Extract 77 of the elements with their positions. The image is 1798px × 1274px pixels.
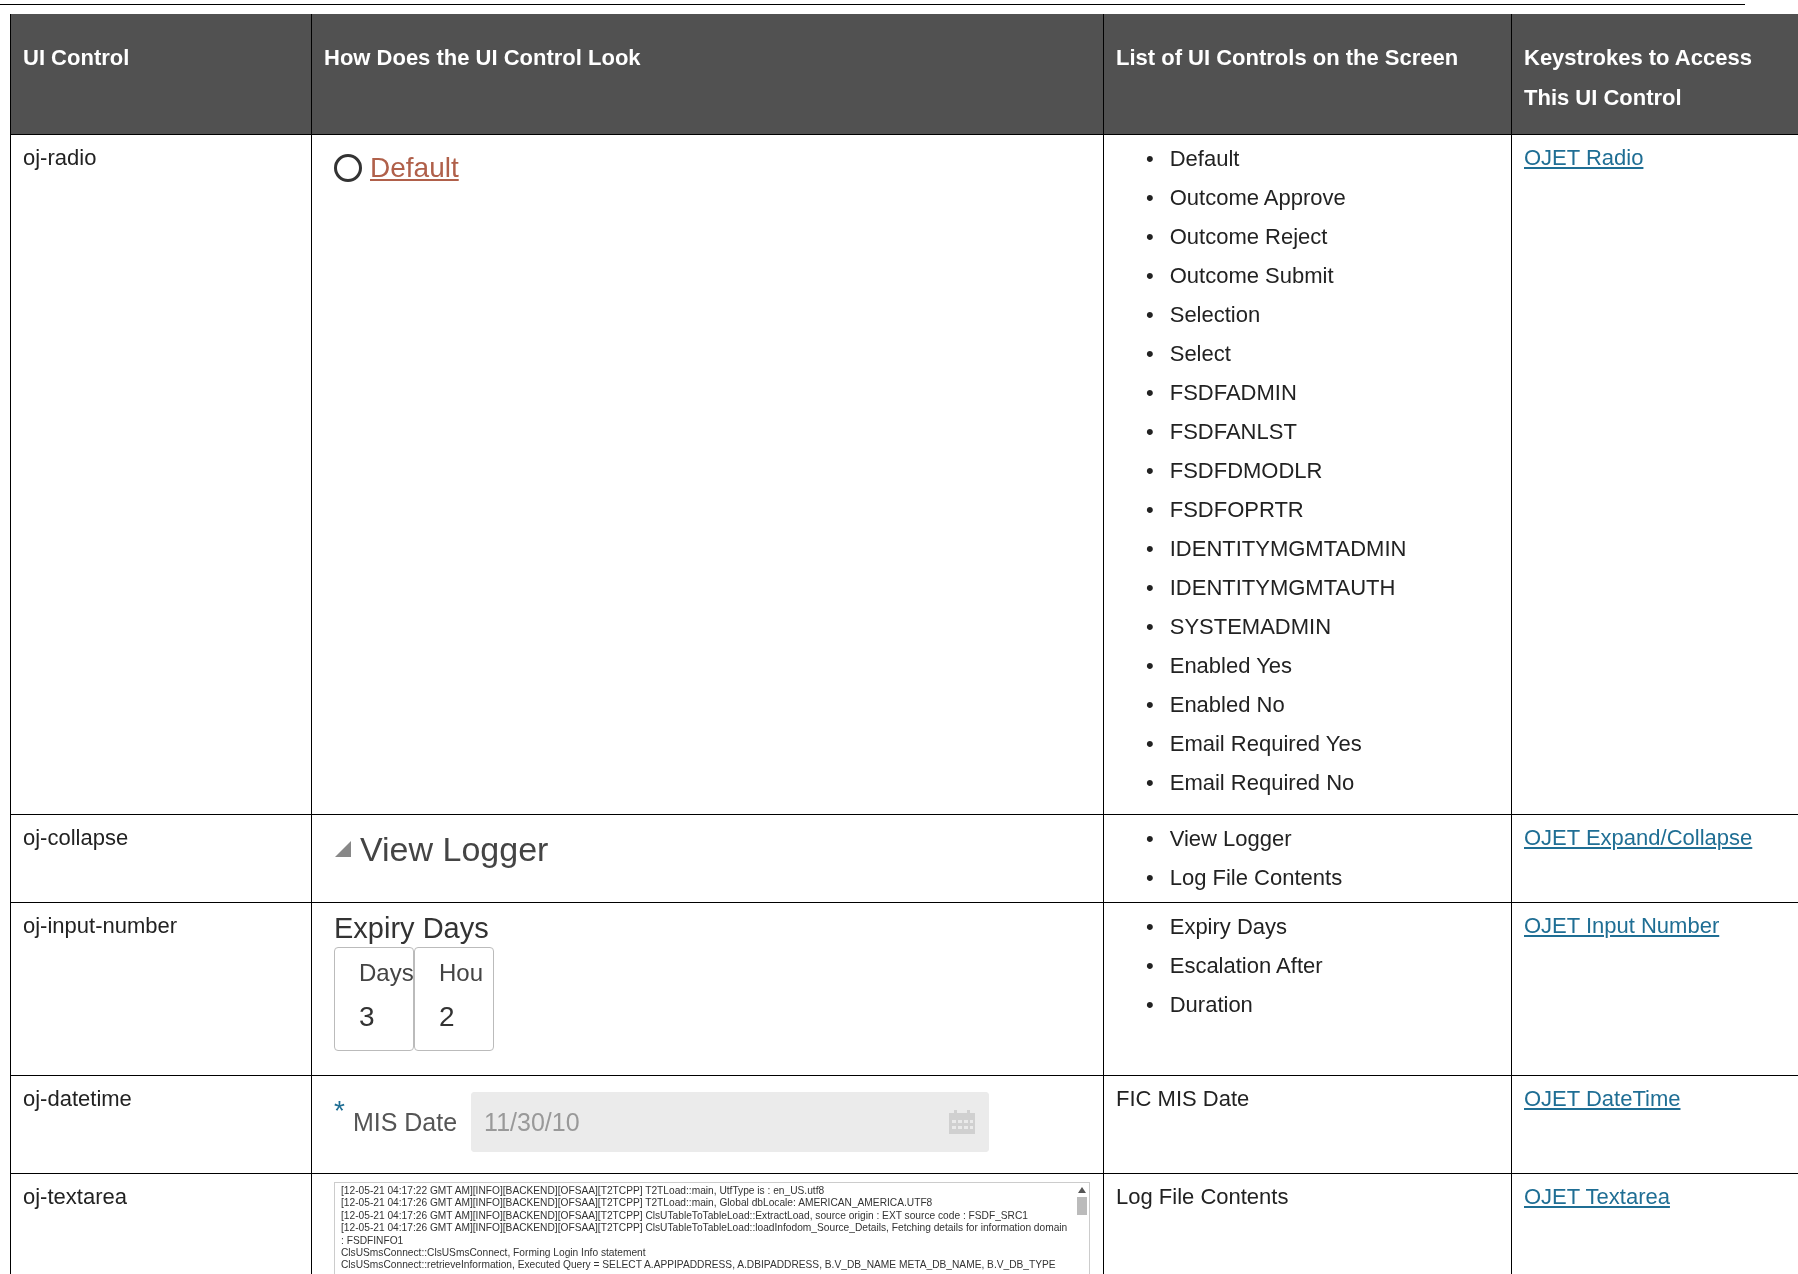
bullet: • xyxy=(1146,222,1154,251)
list-item: Expiry Days xyxy=(1169,912,1288,941)
bullet: • xyxy=(1146,990,1154,1019)
control-name: oj-collapse xyxy=(23,824,129,852)
list-item: SYSTEMADMIN xyxy=(1169,612,1332,641)
field-label: MIS Date xyxy=(352,1107,458,1137)
bullet: • xyxy=(1146,768,1154,797)
list-item: Email Required Yes xyxy=(1169,729,1362,758)
bullet: • xyxy=(1146,863,1154,892)
list-item: FSDFOPRTR xyxy=(1169,495,1304,524)
list-item: Outcome Submit xyxy=(1169,261,1334,290)
column-header: UI Control xyxy=(10,14,312,135)
list-item: Email Required No xyxy=(1169,768,1355,797)
bullet: • xyxy=(1146,144,1154,173)
list-item: FSDFDMODLR xyxy=(1169,456,1323,485)
radio-button[interactable] xyxy=(334,154,362,182)
bullet: • xyxy=(1146,495,1154,524)
list-item: Default xyxy=(1169,144,1240,173)
log-textarea[interactable] xyxy=(334,1182,1090,1274)
bullet: • xyxy=(1146,378,1154,407)
bullet: • xyxy=(1146,417,1154,446)
log-line: [12-05-21 04:17:26 GMT AM][INFO][BACKEND][OFSAA][T2TCPP] T2TLoad::main, Global dbLocale: AMERICAN_AMERICA.UTF8 xyxy=(341,1197,934,1210)
bullet: • xyxy=(1146,573,1154,602)
list-item: Log File Contents xyxy=(1169,863,1343,892)
number-field[interactable]: Days 3 xyxy=(334,947,414,1051)
required-marker: * xyxy=(334,1096,345,1126)
log-line: [12-05-21 04:17:26 GMT AM][INFO][BACKEND][OFSAA][T2TCPP] ClsUTableToTableLoad::ExtractLoad, source origin : EXT source code : FSDF_SRC1 xyxy=(341,1209,1029,1223)
control-name: oj-datetime xyxy=(23,1085,132,1113)
doc-link[interactable]: OJET Textarea xyxy=(1524,1184,1670,1209)
control-list-text: Log File Contents xyxy=(1116,1183,1289,1211)
bullet: • xyxy=(1146,729,1154,758)
list-item: Outcome Reject xyxy=(1169,222,1328,251)
scroll-up-icon[interactable] xyxy=(1078,1187,1086,1193)
list-item: IDENTITYMGMTADMIN xyxy=(1169,534,1407,563)
bullet: • xyxy=(1146,612,1154,641)
bullet: • xyxy=(1146,339,1154,368)
bullet: • xyxy=(1146,912,1154,941)
list-item: Select xyxy=(1169,339,1231,368)
list-item: FSDFADMIN xyxy=(1169,378,1297,407)
log-line: [12-05-21 04:17:22 GMT AM][INFO][BACKEND][OFSAA][T2TCPP] T2TLoad::main, UtfType is : en_US.utf8 xyxy=(341,1185,826,1198)
control-list-text: FIC MIS Date xyxy=(1116,1085,1250,1113)
doc-link[interactable]: OJET Radio xyxy=(1524,145,1644,170)
list-item: IDENTITYMGMTAUTH xyxy=(1169,573,1396,602)
bullet: • xyxy=(1146,261,1154,290)
bullet: • xyxy=(1146,300,1154,329)
list-item: View Logger xyxy=(1169,824,1292,853)
list-item: Enabled Yes xyxy=(1169,651,1293,680)
list-item: Outcome Approve xyxy=(1169,183,1346,212)
bullet: • xyxy=(1146,534,1154,563)
field-label: Expiry Days xyxy=(334,911,490,945)
column-header: List of UI Controls on the Screen xyxy=(1103,14,1512,135)
list-item: FSDFANLST xyxy=(1169,417,1297,446)
doc-link[interactable]: OJET DateTime xyxy=(1524,1086,1681,1111)
log-line: ClsUSmsConnect::ClsUSmsConnect, Forming Login Info statement xyxy=(341,1247,647,1260)
scroll-thumb[interactable] xyxy=(1077,1197,1087,1215)
doc-link[interactable]: OJET Input Number xyxy=(1524,913,1720,938)
collapse-header[interactable]: View Logger xyxy=(360,829,549,869)
list-item: Enabled No xyxy=(1169,690,1285,719)
number-field[interactable]: Hou 2 xyxy=(414,947,494,1051)
column-header: Keystrokes to Access This UI Control xyxy=(1511,14,1798,135)
list-item: Escalation After xyxy=(1169,951,1323,980)
bullet: • xyxy=(1146,183,1154,212)
log-line: [12-05-21 04:17:26 GMT AM][INFO][BACKEND][OFSAA][T2TCPP] ClsUTableToTableLoad::loadInfodom_Source_Details, Fetching details for information domain : FSDFINFO1 xyxy=(341,1222,1069,1248)
radio-label[interactable]: Default xyxy=(370,153,459,183)
log-line: ClsUSmsConnect::retrieveInformation, Executed Query = SELECT A.APPIPADDRESS, A.DBIPADDRESS, B.V_DB_NAME META_DB_NAME, B.V_DB_TYPE xyxy=(341,1259,1057,1272)
bullet: • xyxy=(1146,651,1154,680)
control-name: oj-input-number xyxy=(23,912,178,940)
bullet: • xyxy=(1146,824,1154,853)
control-name: oj-textarea xyxy=(23,1183,127,1211)
list-item: Duration xyxy=(1169,990,1253,1019)
column-header: How Does the UI Control Look xyxy=(311,14,1104,135)
bullet: • xyxy=(1146,690,1154,719)
triangle-icon[interactable] xyxy=(334,840,352,858)
bullet: • xyxy=(1146,951,1154,980)
list-item: Selection xyxy=(1169,300,1261,329)
control-name: oj-radio xyxy=(23,144,97,172)
bullet: • xyxy=(1146,456,1154,485)
